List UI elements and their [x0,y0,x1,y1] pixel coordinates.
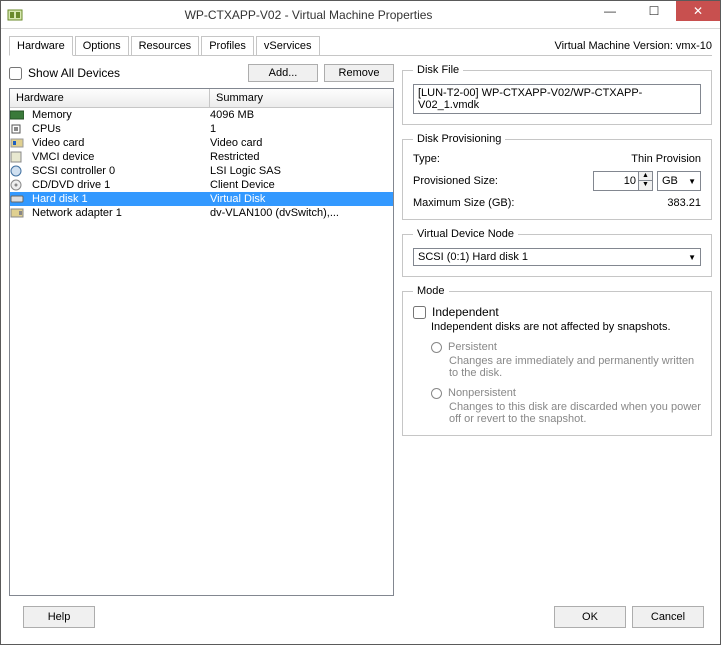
vmci-icon [10,151,30,163]
prov-size-unit-dropdown[interactable]: GB▼ [657,171,701,191]
help-button[interactable]: Help [23,606,95,628]
cancel-button[interactable]: Cancel [632,606,704,628]
hw-row-cd[interactable]: CD/DVD drive 1Client Device [10,178,393,192]
hardware-table: Hardware Summary Memory4096 MB CPUs1 Vid… [9,88,394,596]
tabbar: Hardware Options Resources Profiles vSer… [9,35,712,56]
window-title: WP-CTXAPP-V02 - Virtual Machine Properti… [29,8,588,22]
radio-icon [431,342,442,353]
show-all-devices-checkbox[interactable]: Show All Devices [9,66,120,80]
app-icon [7,7,23,23]
vm-properties-window: WP-CTXAPP-V02 - Virtual Machine Properti… [0,0,721,645]
tab-resources[interactable]: Resources [131,36,200,55]
mode-group: Mode Independent Independent disks are n… [402,285,712,436]
chevron-down-icon: ▼ [688,177,696,186]
scsi-icon [10,165,30,177]
ok-button[interactable]: OK [554,606,626,628]
hw-row-vmci[interactable]: VMCI deviceRestricted [10,150,393,164]
show-all-devices-input[interactable] [9,67,22,80]
disk-icon [10,194,30,204]
tab-hardware[interactable]: Hardware [9,36,73,56]
prov-size-input[interactable]: ▲▼ [593,171,653,191]
persistent-radio: Persistent [431,341,701,353]
tab-vservices[interactable]: vServices [256,36,320,55]
col-summary: Summary [210,89,393,107]
persistent-desc: Changes are immediately and permanently … [449,355,701,379]
independent-checkbox[interactable]: Independent [413,305,701,319]
radio-icon [431,388,442,399]
col-hardware: Hardware [10,89,210,107]
close-button[interactable]: ✕ [676,1,720,21]
cpu-icon [10,123,30,135]
prov-type-value: Thin Provision [533,153,701,165]
cd-icon [10,179,30,191]
chevron-down-icon: ▼ [688,253,696,262]
prov-type-label: Type: [413,153,533,165]
titlebar: WP-CTXAPP-V02 - Virtual Machine Properti… [1,1,720,29]
independent-desc: Independent disks are not affected by sn… [431,321,701,333]
device-node-dropdown[interactable]: SCSI (0:1) Hard disk 1 ▼ [413,248,701,266]
hw-row-nic[interactable]: Network adapter 1dv-VLAN100 (dvSwitch),.… [10,206,393,220]
tab-profiles[interactable]: Profiles [201,36,254,55]
prov-max-label: Maximum Size (GB): [413,197,563,209]
hw-row-memory[interactable]: Memory4096 MB [10,108,393,122]
disk-provisioning-group: Disk Provisioning Type: Thin Provision P… [402,133,712,220]
nonpersistent-radio: Nonpersistent [431,387,701,399]
remove-button[interactable]: Remove [324,64,394,82]
maximize-button[interactable]: ☐ [632,1,676,21]
add-button[interactable]: Add... [248,64,318,82]
hw-row-cpus[interactable]: CPUs1 [10,122,393,136]
memory-icon [10,110,30,120]
disk-file-group: Disk File [LUN-T2-00] WP-CTXAPP-V02/WP-C… [402,64,712,125]
spin-down[interactable]: ▼ [639,181,652,190]
hw-row-video[interactable]: Video cardVideo card [10,136,393,150]
tab-options[interactable]: Options [75,36,129,55]
prov-size-value[interactable] [594,175,638,187]
hw-row-harddisk[interactable]: Hard disk 1Virtual Disk [10,192,393,206]
hw-row-scsi[interactable]: SCSI controller 0LSI Logic SAS [10,164,393,178]
nonpersistent-desc: Changes to this disk are discarded when … [449,401,701,425]
virtual-device-node-group: Virtual Device Node SCSI (0:1) Hard disk… [402,228,712,277]
prov-size-label: Provisioned Size: [413,175,533,187]
minimize-button[interactable]: — [588,1,632,21]
spin-up[interactable]: ▲ [639,172,652,181]
nic-icon [10,208,30,218]
prov-max-value: 383.21 [563,197,701,209]
disk-file-field[interactable]: [LUN-T2-00] WP-CTXAPP-V02/WP-CTXAPP-V02_… [413,84,701,114]
vm-version-label: Virtual Machine Version: vmx-10 [554,40,712,55]
video-icon [10,138,30,148]
